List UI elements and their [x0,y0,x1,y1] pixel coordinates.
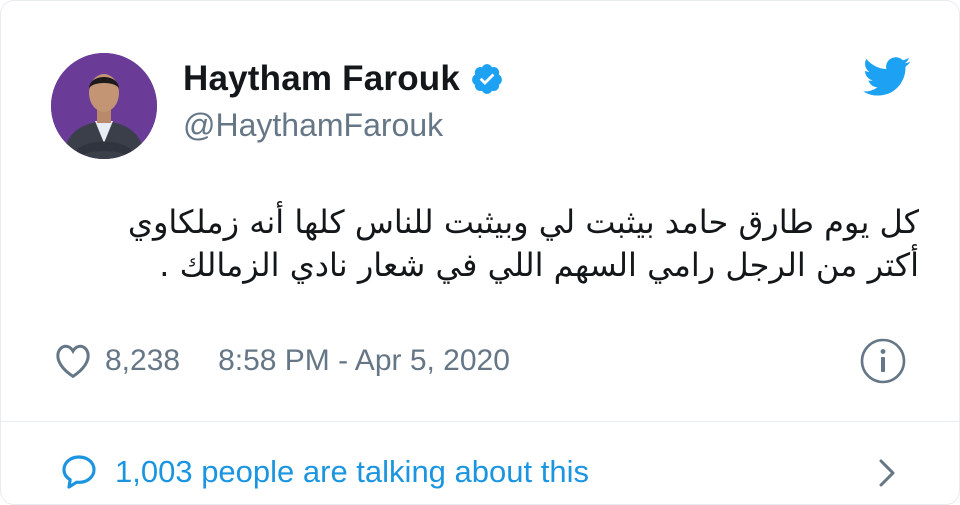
tweet-text: كل يوم طارق حامد بيثبت لي وبيثبت للناس ك… [39,201,919,287]
heart-icon [53,342,93,380]
author-display-name[interactable]: Haytham Farouk [183,59,460,99]
like-count: 8,238 [105,344,181,377]
chevron-right-icon[interactable] [875,455,899,491]
author-name-row: Haytham Farouk [183,57,504,101]
info-icon[interactable] [859,337,907,385]
verified-badge-icon [470,62,504,96]
tweet-text-line: أكتر من الرجل رامي السهم اللي في شعار نا… [159,246,919,284]
speech-bubble-icon [59,452,99,492]
avatar[interactable] [51,53,157,159]
tweet-timestamp[interactable]: 8:58 PM - Apr 5, 2020 [218,344,510,378]
conversation-text: 1,003 people are talking about this [115,454,589,489]
author-handle[interactable]: @HaythamFarouk [183,107,443,144]
tweet-text-line: كل يوم طارق حامد بيثبت لي وبيثبت للناس ك… [127,203,919,241]
footer-divider [1,421,959,422]
like-button[interactable]: 8,238 [53,342,180,380]
conversation-link[interactable]: 1,003 people are talking about this [59,449,909,495]
tweet-meta-row: 8,238 8:58 PM - Apr 5, 2020 [53,339,510,383]
tweet-card: Haytham Farouk @HaythamFarouk كل يوم طار… [0,0,960,505]
twitter-bird-icon[interactable] [863,57,911,97]
